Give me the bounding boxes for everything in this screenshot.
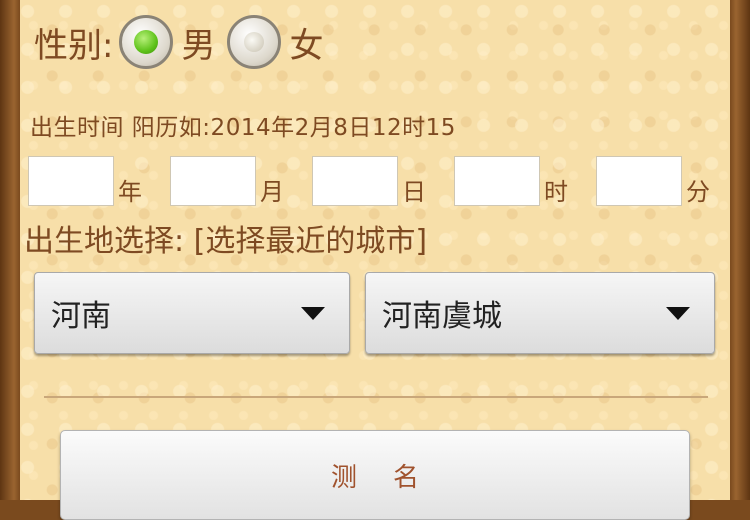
divider bbox=[44, 396, 708, 398]
birthplace-label: 出生地选择: [选择最近的城市] bbox=[24, 224, 428, 259]
year-input[interactable] bbox=[28, 155, 114, 206]
dropdown-arrow-icon bbox=[666, 306, 690, 320]
day-unit-label: 日 bbox=[402, 178, 426, 206]
minute-input[interactable] bbox=[596, 155, 682, 206]
submit-button-label: 测名 bbox=[330, 463, 455, 493]
day-input[interactable] bbox=[312, 155, 398, 206]
month-input[interactable] bbox=[170, 155, 256, 206]
radio-female[interactable] bbox=[227, 15, 282, 69]
dropdown-arrow-icon bbox=[301, 306, 325, 320]
province-select[interactable]: 河南 bbox=[34, 272, 350, 354]
province-select-value: 河南 bbox=[51, 299, 111, 334]
radio-selected-dot-icon bbox=[134, 30, 159, 54]
hour-input[interactable] bbox=[454, 155, 540, 206]
radio-unselected-dot-icon bbox=[244, 32, 265, 52]
radio-female-label[interactable]: 女 bbox=[289, 18, 323, 67]
radio-male-label[interactable]: 男 bbox=[181, 18, 215, 67]
month-unit-label: 月 bbox=[260, 178, 284, 206]
hour-unit-label: 时 bbox=[544, 178, 568, 206]
radio-male[interactable] bbox=[119, 15, 174, 69]
date-input-row: 年 月 日 时 分 bbox=[28, 154, 710, 207]
submit-button[interactable]: 测名 bbox=[60, 430, 690, 520]
minute-unit-label: 分 bbox=[686, 178, 710, 206]
gender-label: 性别: bbox=[34, 25, 114, 66]
window-frame-right bbox=[730, 0, 750, 500]
city-select[interactable]: 河南虞城 bbox=[365, 272, 715, 354]
city-select-value: 河南虞城 bbox=[382, 299, 502, 334]
birth-time-label: 出生时间 阳历如:2014年2月8日12时15 bbox=[30, 115, 456, 141]
window-frame-left bbox=[0, 0, 20, 500]
gender-row: 性别: 男 女 bbox=[34, 12, 335, 72]
year-unit-label: 年 bbox=[118, 178, 142, 206]
form-panel: 性别: 男 女 出生时间 阳历如:2014年2月8日12时15 年 月 日 时 … bbox=[20, 0, 730, 520]
